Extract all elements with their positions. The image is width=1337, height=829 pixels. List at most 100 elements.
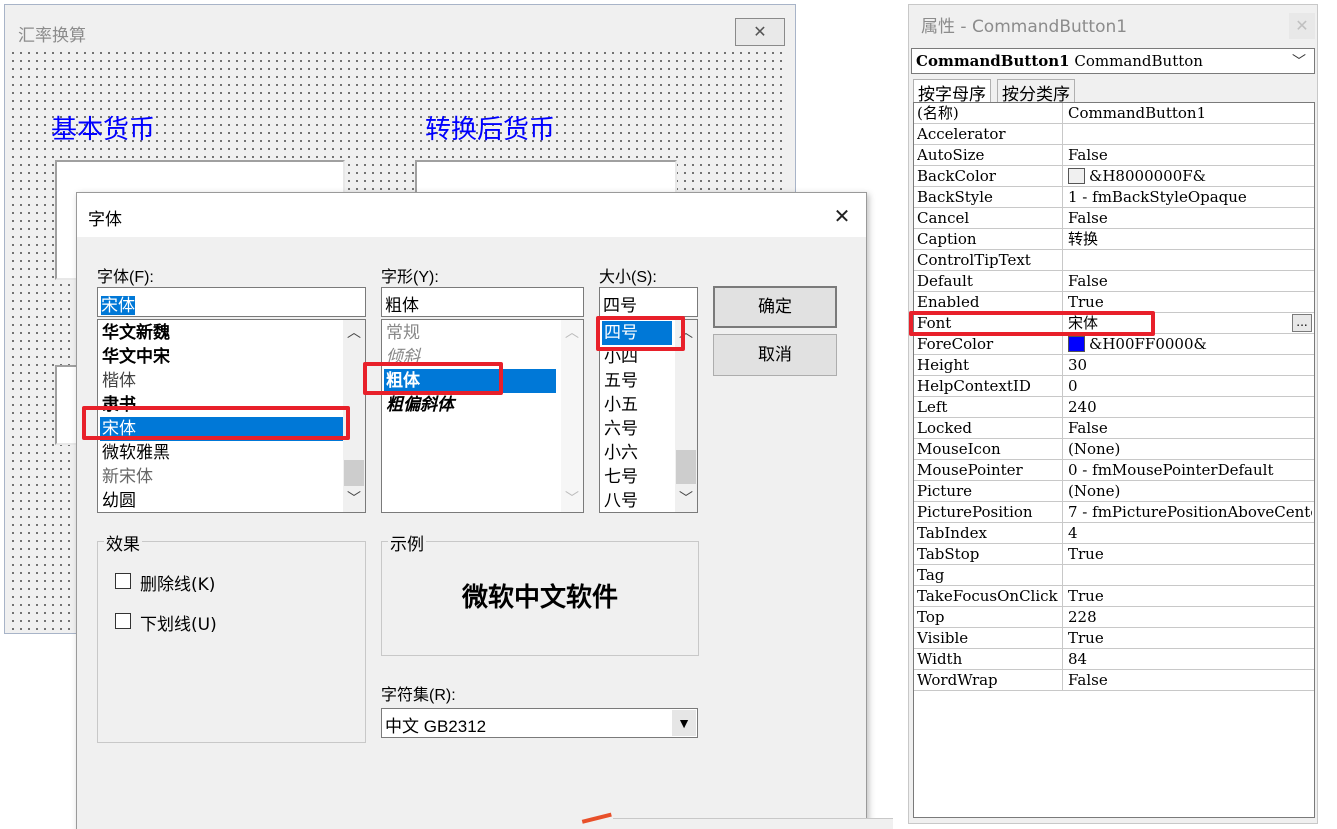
font-size-item[interactable]: 小五: [602, 393, 638, 417]
property-row[interactable]: Enabled True: [914, 292, 1314, 313]
property-row[interactable]: Picture (None): [914, 481, 1314, 502]
property-row[interactable]: Cancel False: [914, 208, 1314, 229]
property-value[interactable]: False: [1066, 208, 1312, 228]
property-value[interactable]: False: [1066, 418, 1312, 438]
font-family-item[interactable]: 微软雅黑: [100, 441, 170, 465]
font-style-item[interactable]: 常规: [384, 321, 420, 345]
strikeout-label[interactable]: 删除线(K): [140, 570, 215, 595]
underline-label[interactable]: 下划线(U): [140, 610, 217, 635]
property-value[interactable]: 4: [1066, 523, 1312, 543]
font-style-input[interactable]: 粗体: [381, 287, 584, 317]
font-size-item[interactable]: 小四: [602, 345, 638, 369]
property-value[interactable]: CommandButton1: [1066, 103, 1312, 123]
property-row[interactable]: BackColor &H8000000F&: [914, 166, 1314, 187]
font-family-item[interactable]: 新宋体: [100, 465, 153, 489]
ellipsis-button[interactable]: ...: [1292, 314, 1312, 332]
property-value[interactable]: 0: [1066, 376, 1312, 396]
userform-titlebar[interactable]: 汇率换算 ✕: [5, 5, 795, 55]
property-row[interactable]: TabStop True: [914, 544, 1314, 565]
property-row[interactable]: Top 228: [914, 607, 1314, 628]
font-style-item[interactable]: 倾斜: [384, 345, 420, 369]
property-row[interactable]: TakeFocusOnClick True: [914, 586, 1314, 607]
property-value[interactable]: 228: [1066, 607, 1312, 627]
scroll-thumb[interactable]: [676, 450, 696, 484]
property-value[interactable]: (None): [1066, 439, 1312, 459]
font-family-item[interactable]: 华文中宋: [100, 345, 170, 369]
property-row[interactable]: Caption 转换: [914, 229, 1314, 250]
scroll-down-icon[interactable]: ﹀: [561, 488, 583, 510]
font-family-item[interactable]: 幼圆: [100, 489, 136, 512]
strikeout-checkbox[interactable]: [115, 573, 131, 589]
font-size-list[interactable]: 四号 小四 五号 小五 六号 小六 七号 八号 ︿ ﹀: [599, 319, 698, 513]
font-dialog-titlebar[interactable]: 字体 ✕: [77, 193, 866, 237]
property-value[interactable]: [1066, 565, 1312, 585]
font-family-list[interactable]: 华文新魏 华文中宋 楷体 隶书 宋体 微软雅黑 新宋体 幼圆 ︿ ﹀: [97, 319, 366, 513]
property-row[interactable]: TabIndex 4: [914, 523, 1314, 544]
property-value[interactable]: (None): [1066, 481, 1312, 501]
font-family-item-selected[interactable]: 宋体: [100, 417, 343, 441]
property-value[interactable]: 84: [1066, 649, 1312, 669]
dropdown-arrow-icon[interactable]: ▼: [672, 710, 696, 736]
ok-button[interactable]: 确定: [713, 286, 837, 328]
font-size-item[interactable]: 小六: [602, 441, 638, 465]
property-value[interactable]: True: [1066, 292, 1312, 312]
property-value[interactable]: True: [1066, 628, 1312, 648]
underline-checkbox[interactable]: [115, 613, 131, 629]
scroll-up-icon[interactable]: ︿: [561, 322, 583, 344]
property-row[interactable]: MousePointer 0 - fmMousePointerDefault: [914, 460, 1314, 481]
property-row[interactable]: Font 宋体...: [914, 313, 1314, 334]
property-row[interactable]: Width 84: [914, 649, 1314, 670]
cancel-button[interactable]: 取消: [713, 334, 837, 376]
scroll-up-icon[interactable]: ︿: [343, 322, 365, 344]
tab-categorized[interactable]: 按分类序: [997, 79, 1075, 105]
property-value[interactable]: &H8000000F&: [1066, 166, 1312, 186]
font-dialog-close-icon[interactable]: ✕: [827, 201, 857, 231]
properties-close-icon[interactable]: ✕: [1289, 13, 1315, 39]
property-row[interactable]: Tag: [914, 565, 1314, 586]
font-style-scrollbar[interactable]: ︿ ﹀: [561, 320, 583, 512]
font-family-item[interactable]: 隶书: [100, 393, 136, 417]
chevron-down-icon[interactable]: ﹀: [1292, 51, 1306, 71]
font-size-item[interactable]: 八号: [602, 489, 638, 512]
property-row[interactable]: (名称) CommandButton1: [914, 103, 1314, 124]
font-size-item-selected[interactable]: 四号: [602, 321, 672, 345]
property-value[interactable]: 0 - fmMousePointerDefault: [1066, 460, 1312, 480]
property-row[interactable]: WordWrap False: [914, 670, 1314, 691]
font-family-input[interactable]: 宋体: [97, 287, 366, 317]
scroll-down-icon[interactable]: ﹀: [343, 488, 365, 510]
property-value[interactable]: False: [1066, 145, 1312, 165]
property-value[interactable]: 240: [1066, 397, 1312, 417]
property-row[interactable]: AutoSize False: [914, 145, 1314, 166]
charset-select[interactable]: 中文 GB2312 ▼: [381, 708, 698, 738]
property-value[interactable]: 7 - fmPicturePositionAboveCenter: [1066, 502, 1312, 522]
property-row[interactable]: Visible True: [914, 628, 1314, 649]
property-value[interactable]: [1066, 250, 1312, 270]
property-row[interactable]: PicturePosition 7 - fmPicturePositionAbov…: [914, 502, 1314, 523]
scroll-thumb[interactable]: [344, 460, 364, 486]
property-value[interactable]: 30: [1066, 355, 1312, 375]
property-value[interactable]: 转换: [1066, 229, 1312, 249]
font-style-list[interactable]: 常规 倾斜 粗体 粗偏斜体 ︿ ﹀: [381, 319, 584, 513]
font-size-scrollbar[interactable]: ︿ ﹀: [675, 320, 697, 512]
property-row[interactable]: Accelerator: [914, 124, 1314, 145]
object-selector[interactable]: CommandButton1 CommandButton ﹀: [911, 48, 1315, 74]
label-base-currency[interactable]: 基本货币: [51, 109, 155, 146]
property-row[interactable]: BackStyle 1 - fmBackStyleOpaque: [914, 187, 1314, 208]
property-row[interactable]: Locked False: [914, 418, 1314, 439]
font-size-input[interactable]: 四号: [599, 287, 698, 317]
property-row[interactable]: ControlTipText: [914, 250, 1314, 271]
font-size-item[interactable]: 六号: [602, 417, 638, 441]
property-row[interactable]: Left 240: [914, 397, 1314, 418]
property-row[interactable]: ForeColor &H00FF0000&: [914, 334, 1314, 355]
font-size-item[interactable]: 五号: [602, 369, 638, 393]
label-target-currency[interactable]: 转换后货币: [425, 109, 555, 146]
property-value[interactable]: True: [1066, 586, 1312, 606]
font-family-item[interactable]: 华文新魏: [100, 321, 170, 345]
tab-alphabetic[interactable]: 按字母序: [913, 79, 991, 105]
property-value[interactable]: 1 - fmBackStyleOpaque: [1066, 187, 1312, 207]
property-value[interactable]: False: [1066, 670, 1312, 690]
scroll-down-icon[interactable]: ﹀: [675, 488, 697, 510]
property-row[interactable]: Height 30: [914, 355, 1314, 376]
font-family-item[interactable]: 楷体: [100, 369, 136, 393]
property-grid[interactable]: (名称) CommandButton1 Accelerator AutoSize Fal…: [913, 102, 1315, 818]
